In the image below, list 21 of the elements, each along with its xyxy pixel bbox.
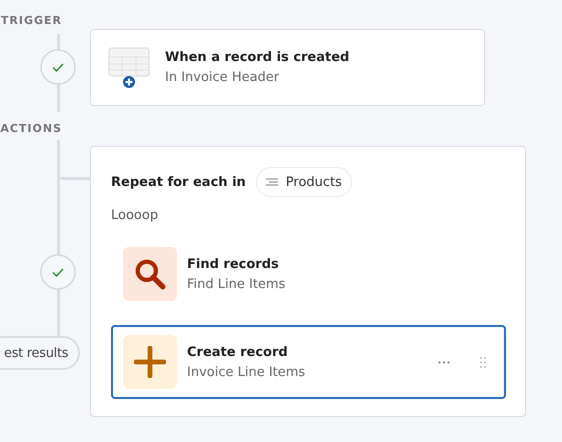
step-item[interactable]: Create record Invoice Line Items [111,325,506,399]
list-icon [266,178,278,186]
test-results-button[interactable]: est results [0,336,80,370]
loop-title: Repeat for each in [111,174,246,190]
collection-chip[interactable]: Products [256,167,352,197]
trigger-subtitle: In Invoice Header [165,70,280,85]
loop-name: Loooop [111,208,160,223]
section-label: TRIGGER [0,14,62,27]
plus-icon [134,346,166,378]
step-title: Create record [187,344,289,360]
step-item[interactable]: Find records Find Line Items [111,237,506,311]
step-title: Find records [187,256,280,272]
table-add-icon [108,46,150,88]
trigger-title: When a record is created [165,50,350,65]
step-subtitle: Find Line Items [187,276,286,292]
step-subtitle: Invoice Line Items [187,364,306,380]
search-icon [134,258,166,290]
section-label: ACTIONS [0,122,62,135]
more-icon[interactable] [438,360,450,364]
drag-handle-icon[interactable] [480,356,486,368]
trigger-card[interactable]: When a record is created In Invoice Header [90,29,485,106]
